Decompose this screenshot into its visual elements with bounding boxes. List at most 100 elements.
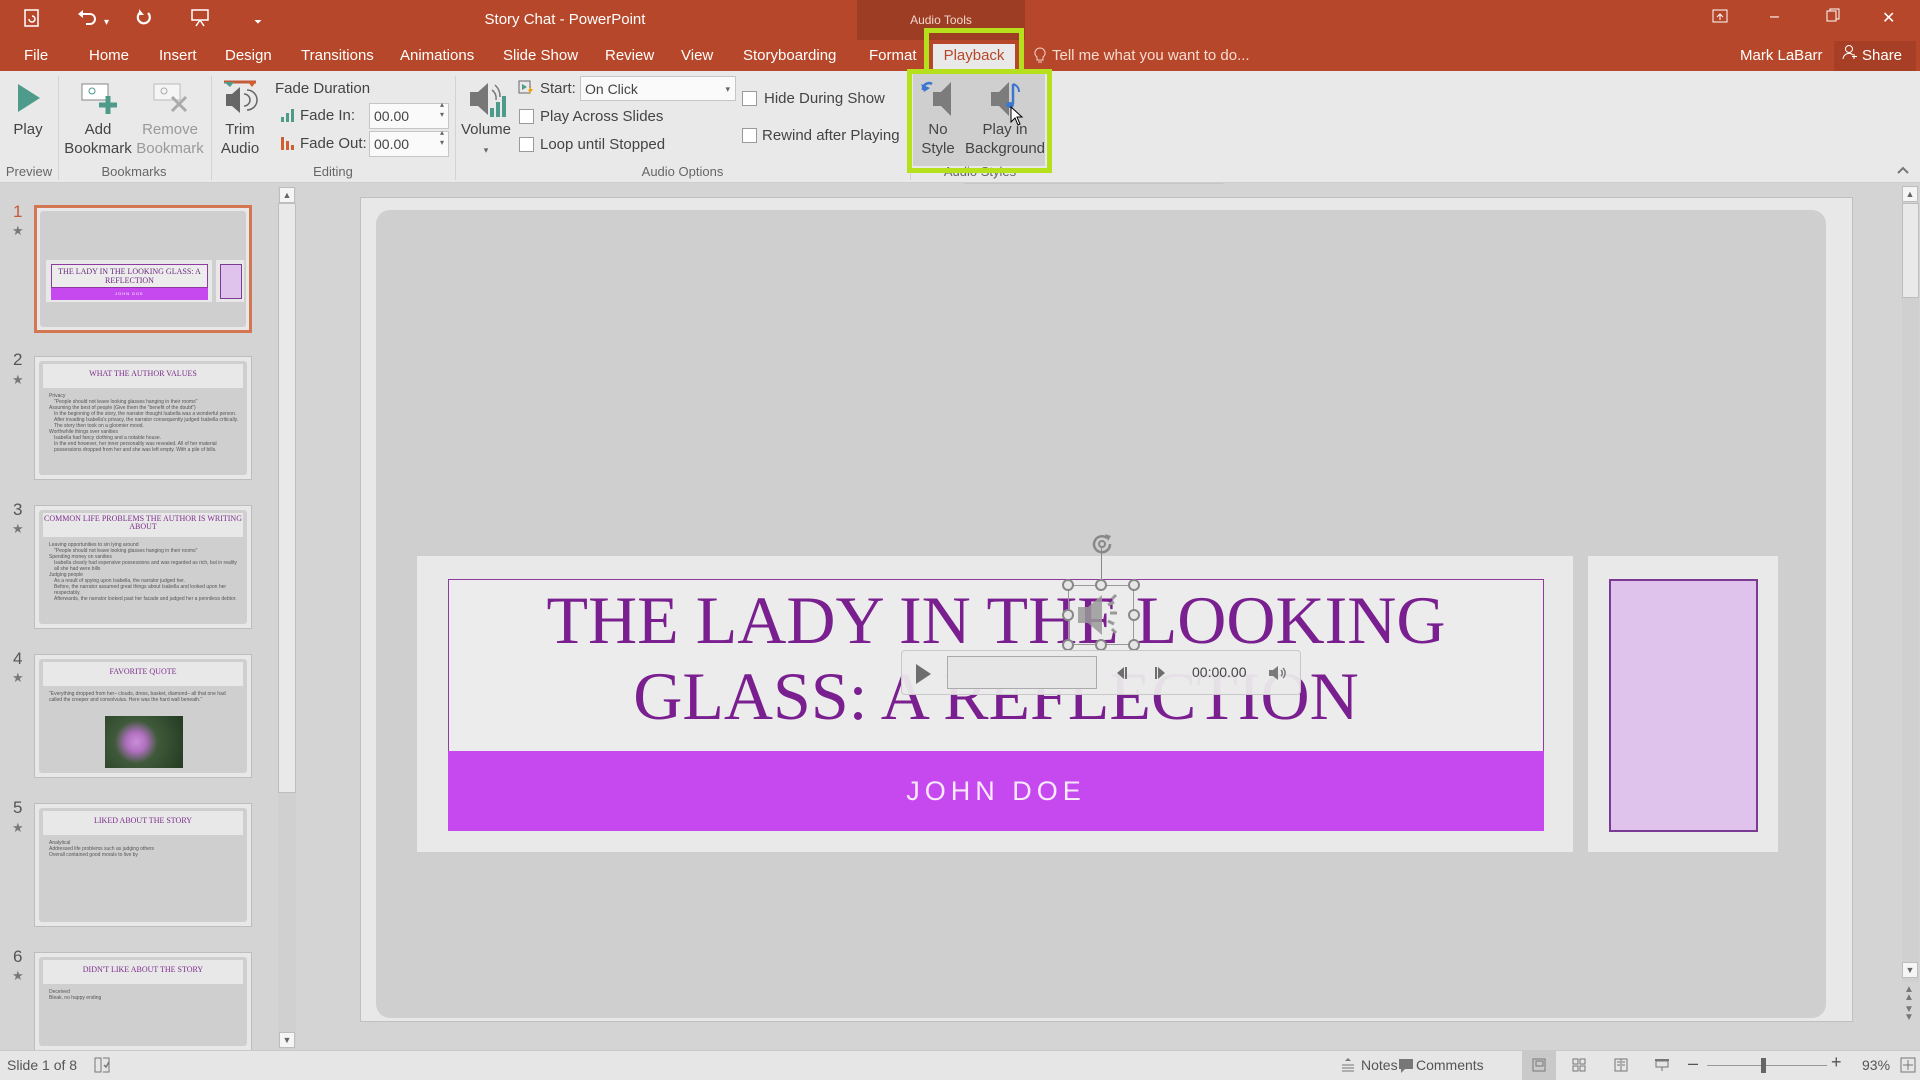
slide-thumbnail-6[interactable]: DIDN'T LIKE ABOUT THE STORY Deceived Ble… [34,952,252,1050]
skip-forward-icon[interactable] [1153,665,1167,686]
scroll-up-icon[interactable]: ▲ [279,187,295,203]
slide-sorter-icon[interactable] [1572,1058,1586,1077]
comments-button[interactable]: Comments [1416,1057,1484,1073]
volume-button[interactable]: Volume ▾ [458,78,514,172]
audio-speaker-icon[interactable] [1068,585,1134,645]
share-button[interactable]: Share [1834,41,1916,71]
animation-star-icon: ★ [12,968,24,983]
thumb-bullet: In the beginning of the story, the narra… [54,411,239,429]
minimize-icon[interactable]: – [1770,8,1779,26]
thumb-title: WHAT THE AUTHOR VALUES [43,364,243,388]
preview-group-label: Preview [5,164,53,179]
slide-show-view-icon[interactable] [1654,1058,1670,1077]
tab-design[interactable]: Design [225,47,272,64]
zoom-slider-track[interactable] [1707,1065,1827,1066]
reading-view-icon[interactable] [1614,1058,1628,1077]
tab-animations[interactable]: Animations [400,47,474,64]
zoom-out-button[interactable]: – [1688,1053,1698,1074]
user-name[interactable]: Mark LaBarr [1740,47,1823,64]
thumbnail-scroll-thumb[interactable] [278,203,296,793]
zoom-in-button[interactable]: + [1831,1052,1842,1073]
notes-icon [1340,1057,1356,1078]
collapse-ribbon-icon[interactable] [1896,162,1910,178]
thumb-bullet: "Everything dropped from her– clouds, dr… [49,691,226,703]
animation-star-icon: ★ [12,820,24,835]
slide-thumbnail-5[interactable]: LIKED ABOUT THE STORY Analytical Address… [34,803,252,927]
fade-in-label: Fade In: [300,107,356,124]
resize-handle[interactable] [1062,609,1074,621]
next-slide-icon[interactable]: ▼ ▼ [1904,1005,1914,1023]
audio-tools-label: Audio Tools [910,13,972,27]
tab-storyboarding[interactable]: Storyboarding [743,47,836,64]
scroll-up-icon[interactable]: ▲ [1902,186,1918,202]
thumb-side-rect [220,264,242,299]
bookmarks-group-label: Bookmarks [101,164,167,179]
trim-audio-button[interactable]: Trim Audio [214,78,266,172]
slide-scroll-thumb[interactable] [1902,203,1919,298]
remove-bookmark-label-2: Bookmark [136,140,204,157]
scroll-down-icon[interactable]: ▼ [1902,962,1918,978]
rotate-handle-icon[interactable] [1088,530,1116,563]
player-play-icon[interactable] [914,663,932,690]
scroll-down-icon[interactable]: ▼ [279,1032,295,1048]
fade-out-input[interactable]: 00.00 ▴ ▾ [369,128,449,157]
playback-tab-highlight [924,28,1024,74]
tab-transitions[interactable]: Transitions [301,47,374,64]
slide-scrollbar[interactable] [1902,186,1919,982]
thumb-bullet: Afterwards, the narrator looked past her… [54,596,237,602]
fade-out-spinner-icon[interactable]: ▴ ▾ [440,128,444,148]
previous-slide-icon[interactable]: ▲ ▲ [1904,985,1914,1003]
fit-to-window-icon[interactable] [1900,1057,1916,1078]
tab-format[interactable]: Format [869,47,917,64]
tab-slide-show[interactable]: Slide Show [503,47,578,64]
zoom-slider-thumb[interactable] [1761,1058,1767,1073]
slide-thumbnail-1[interactable]: THE LADY IN THE LOOKING GLASS: A REFLECT… [34,205,252,333]
tab-home[interactable]: Home [89,47,129,64]
audio-progress-bar[interactable] [947,656,1097,689]
resize-handle[interactable] [1062,579,1074,591]
tab-review[interactable]: Review [605,47,654,64]
restore-icon[interactable] [1826,8,1840,27]
trim-audio-icon [222,80,258,121]
fade-in-spinner-icon[interactable]: ▴ ▾ [440,100,444,120]
slide-subtitle[interactable]: JOHN DOE [448,751,1544,831]
play-across-slides-checkbox[interactable] [519,109,534,124]
play-button[interactable]: Play [6,78,50,172]
resize-handle[interactable] [1095,579,1107,591]
remove-bookmark-button[interactable]: Remove Bookmark [134,78,206,172]
slide-thumbnail-2[interactable]: WHAT THE AUTHOR VALUES Privacy "People s… [34,356,252,480]
thumb-slide-bg: COMMON LIFE PROBLEMS THE AUTHOR IS WRITI… [39,510,247,624]
slide-thumbnail-4[interactable]: FAVORITE QUOTE "Everything dropped from … [34,654,252,778]
resize-handle[interactable] [1128,579,1140,591]
start-dropdown-icon: ▾ [725,84,730,94]
ribbon-display-options-icon[interactable] [1712,8,1728,29]
player-volume-icon[interactable] [1268,664,1288,687]
tab-view[interactable]: View [681,47,713,64]
normal-view-button[interactable] [1522,1051,1556,1080]
remove-bookmark-label-1: Remove [142,121,198,138]
zoom-level[interactable]: 93% [1862,1057,1890,1073]
add-bookmark-label-2: Bookmark [64,140,132,157]
spell-check-icon[interactable] [93,1056,111,1079]
thumb-title: FAVORITE QUOTE [43,662,243,686]
tab-insert[interactable]: Insert [159,47,197,64]
close-icon[interactable]: ✕ [1882,8,1895,28]
mouse-cursor-icon [1010,105,1024,131]
fade-duration-label: Fade Duration [275,80,371,97]
thumb-slide-bg: LIKED ABOUT THE STORY Analytical Address… [39,808,247,922]
tell-me-search[interactable]: Tell me what you want to do... [1052,47,1250,64]
skip-back-icon[interactable] [1115,665,1129,686]
normal-view-icon [1532,1058,1546,1077]
tab-file[interactable]: File [24,47,48,64]
loop-until-stopped-checkbox[interactable] [519,137,534,152]
thumb-number: 2 [13,350,23,369]
resize-handle[interactable] [1128,609,1140,621]
add-bookmark-button[interactable]: Add Bookmark [62,78,134,172]
rewind-after-playing-checkbox[interactable] [742,128,757,143]
hide-during-show-checkbox[interactable] [742,91,757,106]
notes-button[interactable]: Notes [1361,1057,1398,1073]
fade-out-icon [281,136,295,155]
fade-in-input[interactable]: 00.00 ▴ ▾ [369,100,449,129]
slide-thumbnail-3[interactable]: COMMON LIFE PROBLEMS THE AUTHOR IS WRITI… [34,505,252,629]
start-select[interactable]: On Click ▾ [580,76,736,101]
